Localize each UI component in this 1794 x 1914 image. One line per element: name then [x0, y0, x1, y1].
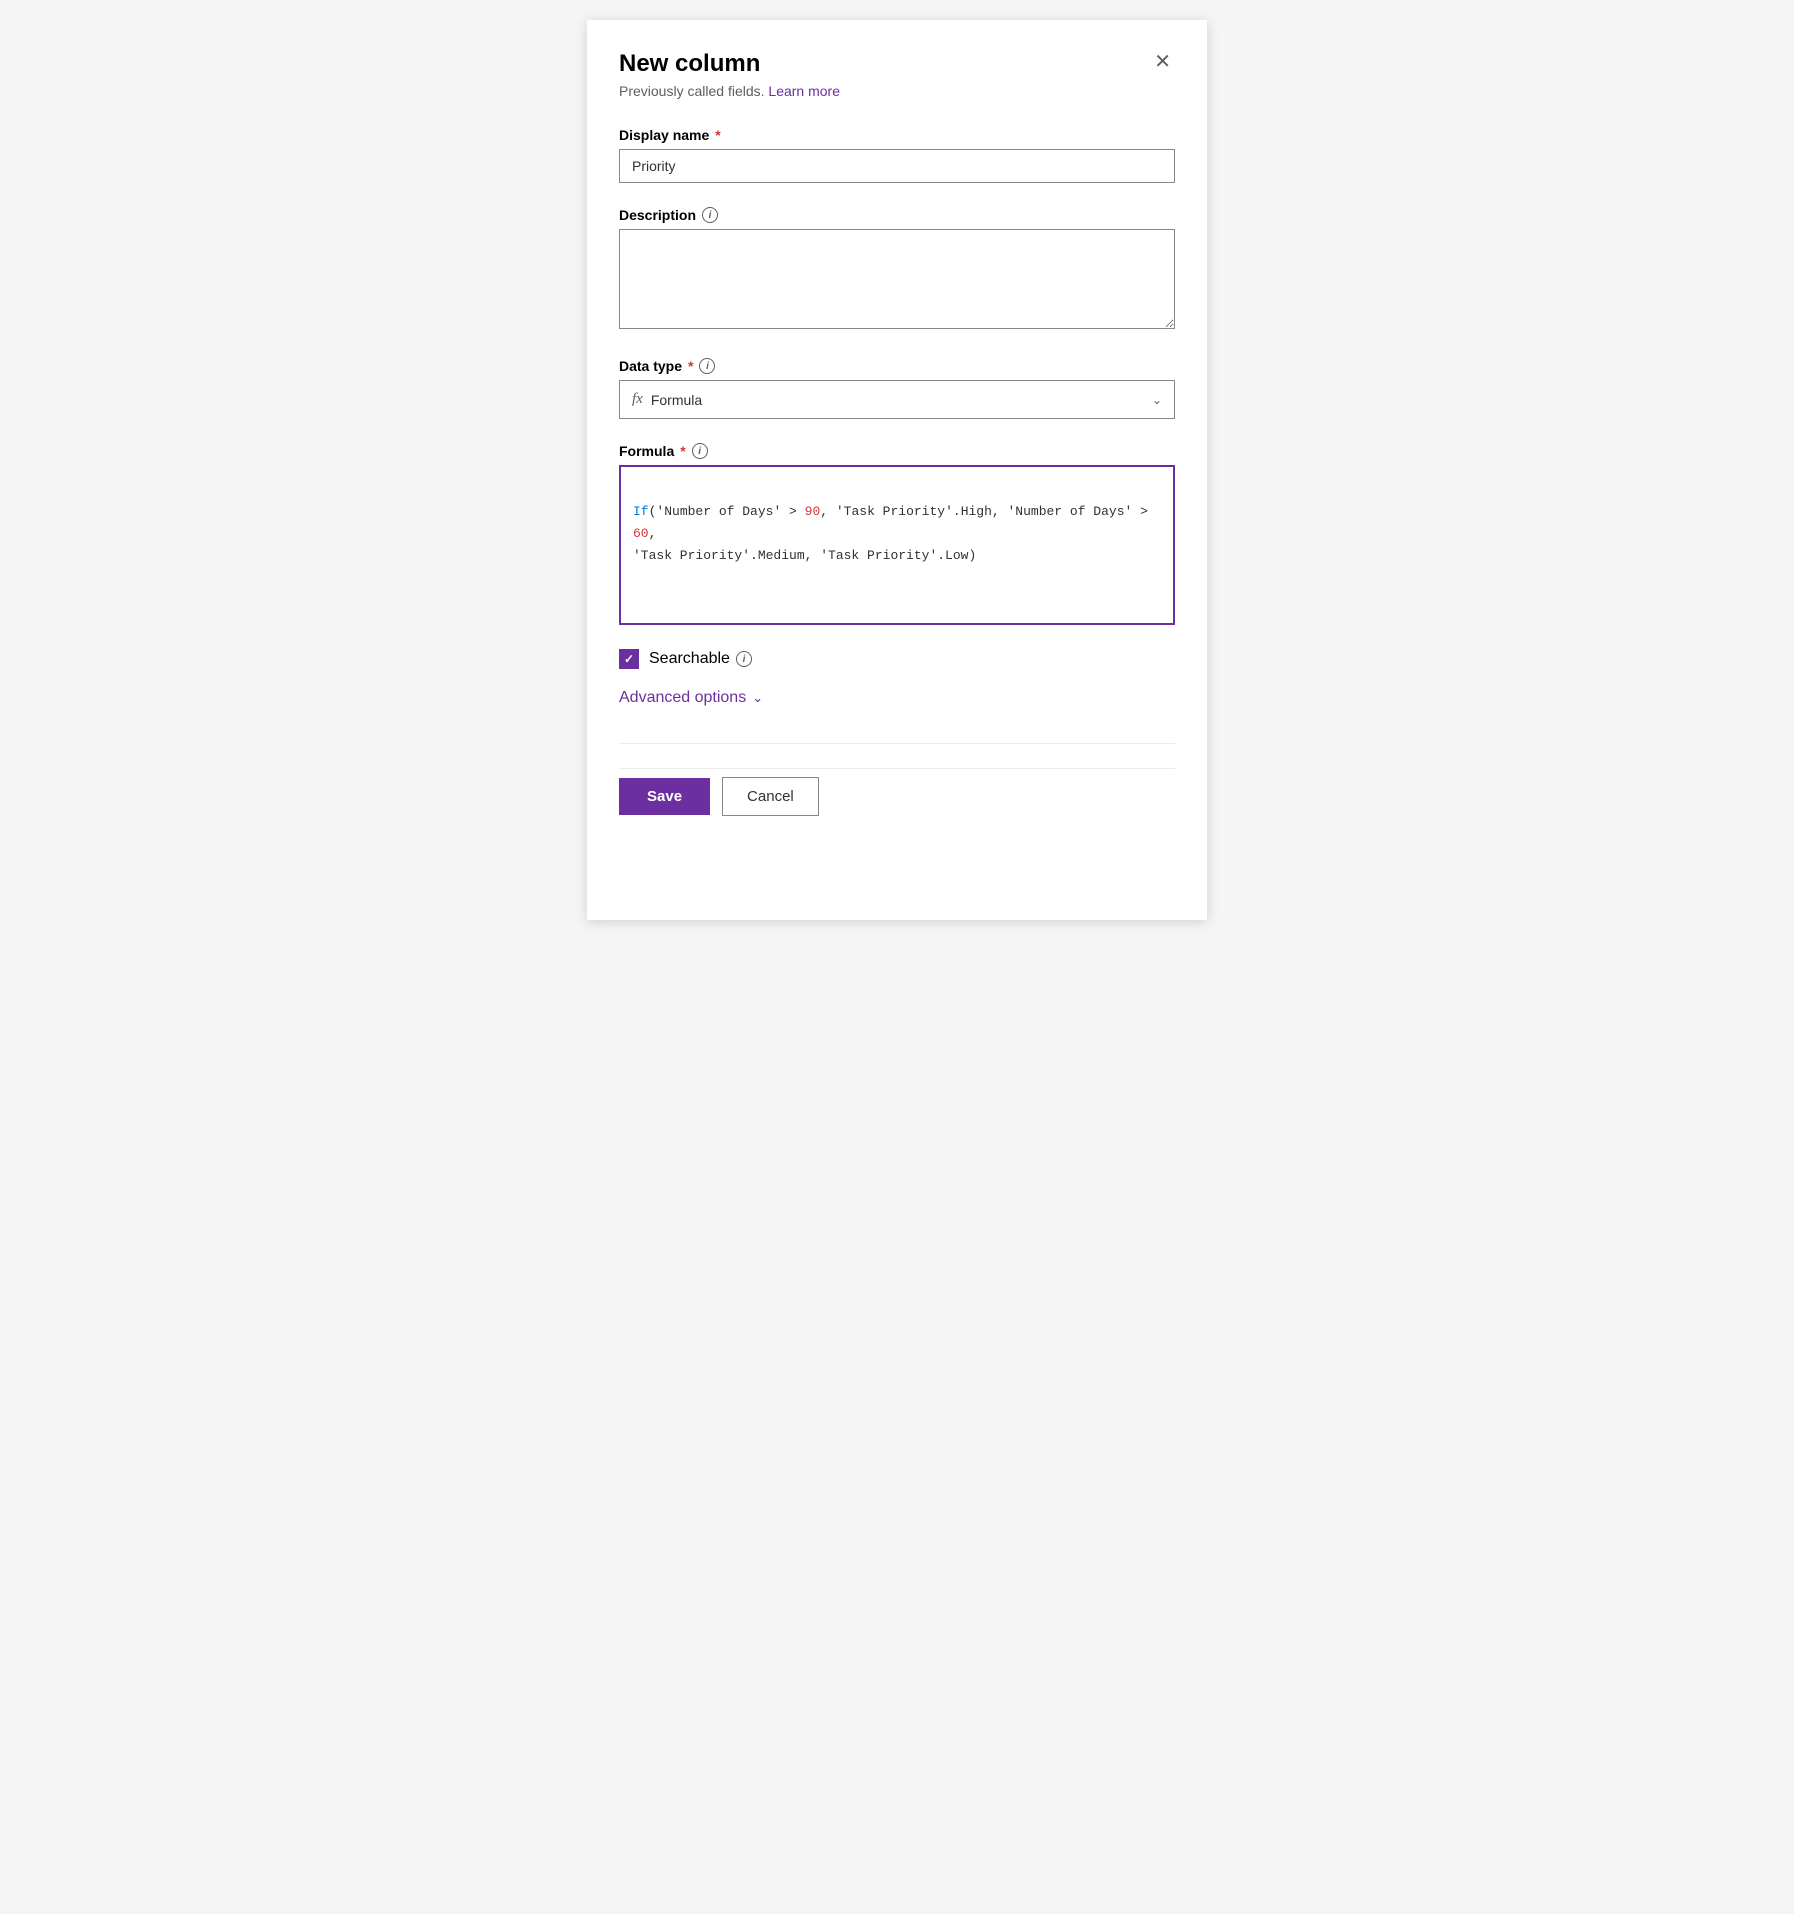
data-type-select[interactable]: fx Formula ⌄: [619, 380, 1175, 419]
searchable-row: ✓ Searchable i: [619, 649, 1175, 669]
formula-group: Formula * i If('Number of Days' > 90, 'T…: [619, 443, 1175, 625]
panel-title: New column: [619, 48, 760, 79]
advanced-options-chevron-icon: ⌄: [752, 690, 763, 706]
checkmark-icon: ✓: [624, 653, 634, 665]
display-name-input[interactable]: [619, 149, 1175, 183]
data-type-label: Data type * i: [619, 358, 1175, 374]
fx-icon: fx: [632, 391, 643, 408]
data-type-required-star: *: [688, 358, 693, 374]
formula-label: Formula * i: [619, 443, 1175, 459]
close-icon: ✕: [1154, 52, 1171, 72]
formula-editor[interactable]: If('Number of Days' > 90, 'Task Priority…: [619, 465, 1175, 625]
close-button[interactable]: ✕: [1150, 48, 1175, 76]
new-column-panel: New column ✕ Previously called fields. L…: [587, 20, 1207, 920]
cancel-button[interactable]: Cancel: [722, 777, 819, 816]
advanced-options-row[interactable]: Advanced options ⌄: [619, 689, 1175, 707]
learn-more-link[interactable]: Learn more: [768, 83, 840, 99]
description-label: Description i: [619, 207, 1175, 223]
data-type-select-wrapper: fx Formula ⌄: [619, 380, 1175, 419]
required-star: *: [715, 127, 720, 143]
formula-required-star: *: [680, 443, 685, 459]
footer-divider: [619, 743, 1175, 744]
formula-info-icon[interactable]: i: [692, 443, 708, 459]
searchable-info-icon[interactable]: i: [736, 651, 752, 667]
footer-buttons: Save Cancel: [619, 768, 1175, 816]
save-button[interactable]: Save: [619, 778, 710, 815]
subtitle: Previously called fields. Learn more: [619, 83, 1175, 99]
description-group: Description i: [619, 207, 1175, 334]
searchable-label: Searchable i: [649, 650, 752, 668]
advanced-options-label: Advanced options: [619, 689, 746, 707]
display-name-group: Display name *: [619, 127, 1175, 183]
data-type-chevron-icon: ⌄: [1152, 393, 1162, 407]
searchable-checkbox[interactable]: ✓: [619, 649, 639, 669]
description-textarea[interactable]: [619, 229, 1175, 329]
panel-header: New column ✕: [619, 48, 1175, 79]
data-type-group: Data type * i fx Formula ⌄: [619, 358, 1175, 419]
data-type-info-icon[interactable]: i: [699, 358, 715, 374]
data-type-value: Formula: [651, 392, 702, 408]
display-name-label: Display name *: [619, 127, 1175, 143]
description-info-icon[interactable]: i: [702, 207, 718, 223]
